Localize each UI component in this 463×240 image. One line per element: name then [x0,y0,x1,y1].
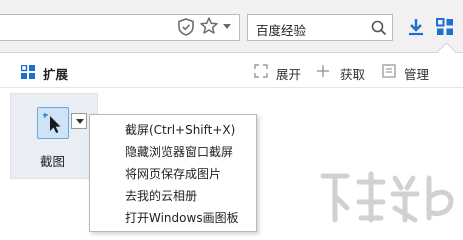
extension-label: 截图 [40,154,66,169]
apps-icon[interactable] [436,18,454,36]
manage-button[interactable]: 管理 [404,64,429,83]
chevron-down-icon[interactable] [223,24,231,29]
menu-item-hide-browser-capture[interactable]: 隐藏浏览器窗口截屏 [90,141,256,163]
menu-item-open-paint[interactable]: 打开Windows画图板 [90,207,256,229]
panel-divider [0,87,463,88]
screenshot-menu: 截屏(Ctrl+Shift+X) 隐藏浏览器窗口截屏 将网页保存成图片 去我的云… [89,114,257,232]
search-box[interactable]: 百度经验 [247,14,393,41]
screenshot-dropdown-button[interactable] [71,113,87,129]
chevron-down-icon [76,119,84,124]
extensions-icon [21,65,35,79]
get-button[interactable]: 获取 [340,64,365,83]
star-icon[interactable] [199,16,219,36]
search-icon[interactable] [370,19,388,37]
search-input[interactable]: 百度经验 [256,20,306,39]
download-icon[interactable] [406,17,426,37]
menu-item-cloud-album[interactable]: 去我的云相册 [90,185,256,207]
plus-icon[interactable] [316,64,330,78]
watermark-logo [320,171,454,223]
menu-item-capture[interactable]: 截屏(Ctrl+Shift+X) [90,119,256,141]
shield-icon[interactable] [176,17,196,37]
expand-icon[interactable] [254,64,268,78]
menu-item-save-page-image[interactable]: 将网页保存成图片 [90,163,256,185]
expand-button[interactable]: 展开 [276,64,301,83]
panel-title: 扩展 [43,67,69,82]
screenshot-extension-button[interactable] [37,107,69,139]
manage-icon[interactable] [382,64,396,78]
cursor-icon [43,113,61,133]
